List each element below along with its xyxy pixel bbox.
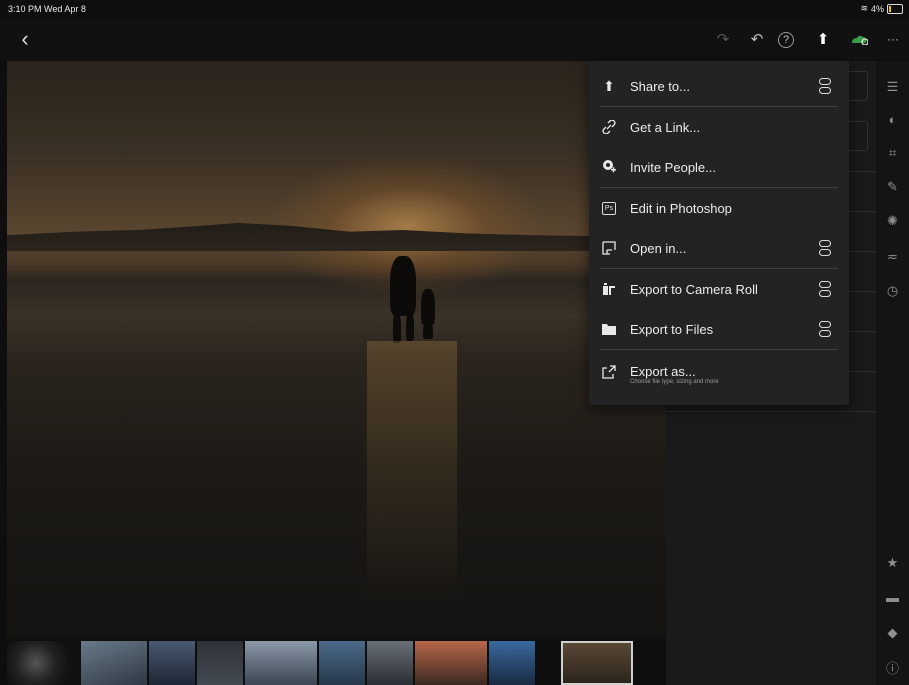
light-reflection xyxy=(367,341,457,601)
child-legs xyxy=(423,323,433,339)
filmstrip-thumb[interactable] xyxy=(197,641,243,685)
folder-icon xyxy=(600,320,618,338)
menu-item-invite-people[interactable]: Invite People... xyxy=(589,147,849,187)
share-icon[interactable]: ⬆ xyxy=(812,28,834,50)
status-time: 3:10 PM Wed Apr 8 xyxy=(8,4,86,14)
sliders-icon[interactable]: ☰ xyxy=(876,77,909,97)
menu-item-get-link[interactable]: Get a Link... xyxy=(589,107,849,147)
filmstrip-thumb[interactable] xyxy=(81,641,147,685)
menu-item-label: Get a Link... xyxy=(630,119,701,135)
menu-item-edit-in-photoshop[interactable]: Ps Edit in Photoshop xyxy=(589,188,849,228)
child-silhouette xyxy=(421,289,435,325)
toggle-icon xyxy=(819,281,831,297)
menu-item-export-camera-roll[interactable]: Export to Camera Roll xyxy=(589,269,849,309)
menu-item-label: Open in... xyxy=(630,240,687,256)
adult-leg xyxy=(406,313,414,341)
undo-icon[interactable]: ↶ xyxy=(746,28,768,50)
tag-icon[interactable]: ◆ xyxy=(876,623,909,643)
star-icon[interactable]: ★ xyxy=(876,553,909,573)
healing-icon[interactable]: ◐ xyxy=(876,109,909,129)
adult-leg xyxy=(393,313,401,343)
menu-item-label: Invite People... xyxy=(630,159,716,175)
redo-icon[interactable]: ↷ xyxy=(712,28,734,50)
toggle-icon xyxy=(819,321,831,337)
help-icon[interactable]: ? xyxy=(778,32,794,48)
effects-icon[interactable]: ✺ xyxy=(876,211,909,231)
menu-item-label: Share to... xyxy=(630,78,690,94)
menu-item-label: Export as... xyxy=(630,364,696,379)
battery-icon xyxy=(887,3,903,14)
filmstrip-thumb[interactable] xyxy=(149,641,195,685)
menu-item-label: Edit in Photoshop xyxy=(630,200,732,216)
filmstrip-thumb[interactable] xyxy=(367,641,413,685)
toggle-icon xyxy=(819,78,831,94)
filmstrip-thumb[interactable] xyxy=(415,641,487,685)
comment-icon[interactable]: ▬ xyxy=(876,587,909,607)
main-photo[interactable] xyxy=(7,61,666,639)
adult-silhouette xyxy=(390,256,416,316)
camera-roll-icon xyxy=(600,280,618,298)
panel-divider xyxy=(666,411,876,412)
menu-item-share-to[interactable]: ⬆ Share to... xyxy=(589,66,849,106)
menu-divider xyxy=(600,349,838,350)
share-menu: ⬆ Share to... Get a Link... Invite Peopl… xyxy=(589,61,849,405)
link-icon xyxy=(600,118,618,136)
filmstrip-thumb[interactable] xyxy=(245,641,317,685)
share-icon: ⬆ xyxy=(603,77,615,94)
more-icon[interactable]: ··· xyxy=(882,28,904,50)
menu-item-export-as[interactable]: Export as... Choose file type, sizing an… xyxy=(589,353,849,395)
menu-item-export-files[interactable]: Export to Files xyxy=(589,309,849,349)
menu-item-label: Export to Camera Roll xyxy=(630,281,758,297)
filmstrip-thumb[interactable] xyxy=(489,641,535,685)
toggle-icon xyxy=(819,240,831,256)
export-as-icon xyxy=(600,363,618,381)
back-chevron-icon[interactable]: ‹ xyxy=(14,26,36,51)
menu-item-sublabel: Choose file type, sizing and more xyxy=(630,379,719,385)
status-bar: 3:10 PM Wed Apr 8 ≋ 4% xyxy=(0,0,909,18)
filmstrip-thumb[interactable] xyxy=(7,641,79,685)
filmstrip-thumb-selected[interactable] xyxy=(561,641,633,685)
info-icon[interactable]: ⓘ xyxy=(876,657,909,677)
battery-percent: 4% xyxy=(870,3,884,14)
distant-hills xyxy=(7,223,666,251)
presets-icon[interactable]: ≂ xyxy=(876,247,909,267)
history-icon[interactable]: ◷ xyxy=(876,281,909,301)
menu-item-open-in[interactable]: Open in... xyxy=(589,228,849,268)
invite-people-icon xyxy=(600,158,618,176)
filmstrip-thumb[interactable] xyxy=(537,641,559,685)
status-right: ≋ 4% xyxy=(860,3,903,14)
brush-icon[interactable]: ✎ xyxy=(876,177,909,197)
filmstrip xyxy=(7,641,666,685)
open-in-icon xyxy=(600,239,618,257)
cloud-sync-icon[interactable] xyxy=(848,28,870,50)
menu-item-label: Export to Files xyxy=(630,321,714,337)
side-rail: ☰ ◐ ⌗ ✎ ✺ ≂ ◷ ★ ▬ ◆ ⓘ xyxy=(876,61,909,685)
top-toolbar: ‹ ↷ ↶ ? ⬆ ··· xyxy=(0,18,909,60)
filmstrip-thumb[interactable] xyxy=(319,641,365,685)
crop-icon[interactable]: ⌗ xyxy=(876,143,909,163)
wifi-icon: ≋ xyxy=(860,3,868,13)
photoshop-icon: Ps xyxy=(600,199,618,217)
